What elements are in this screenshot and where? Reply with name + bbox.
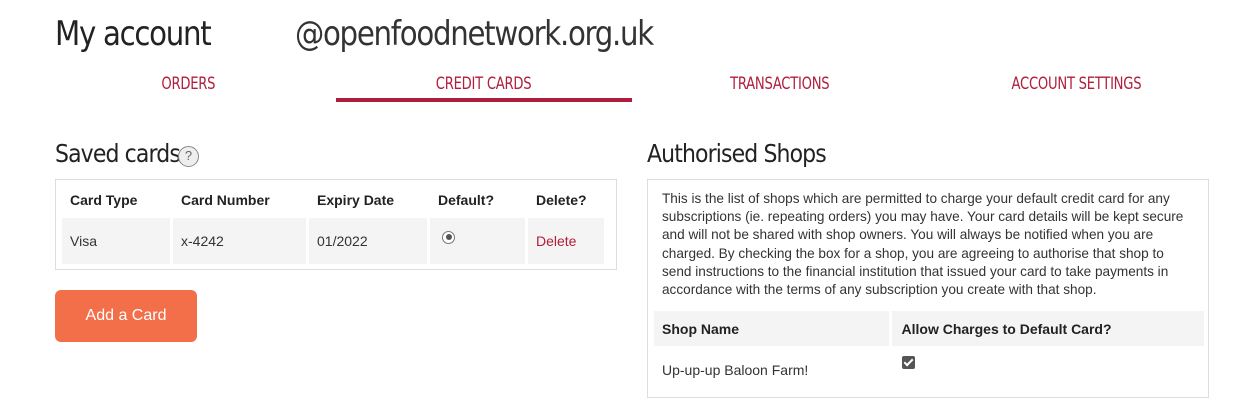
tab-credit-cards-label: CREDIT CARDS [436,74,532,94]
add-card-button[interactable]: Add a Card [55,290,197,342]
saved-cards-table-container: Card Type Card Number Expiry Date Defaul… [55,179,617,270]
default-card-radio[interactable] [442,230,455,244]
shops-header-row: Shop Name Allow Charges to Default Card? [654,311,1204,346]
card-number-cell: x-4242 [173,218,306,264]
allow-charges-cell [890,346,1204,394]
default-cell [430,218,525,264]
column-header-card-number: Card Number [181,192,270,208]
tab-transactions[interactable]: TRANSACTIONS [632,70,928,102]
column-header-shop-name: Shop Name [654,311,892,346]
account-email: @openfoodnetwork.org.uk [295,14,654,54]
delete-card-link[interactable]: Delete [528,218,604,264]
table-row: Up-up-up Baloon Farm! [654,346,1204,394]
column-header-expiry-date: Expiry Date [317,192,395,208]
account-tabs: ORDERS CREDIT CARDS TRANSACTIONS ACCOUNT… [40,70,1224,102]
column-header-default: Default? [438,192,494,208]
card-type-cell: Visa [62,218,170,264]
table-row: Visa x-4242 01/2022 Delete [62,218,604,264]
authorised-shops-title: Authorised Shops [647,139,827,168]
expiry-date-cell: 01/2022 [309,218,427,264]
shop-name-cell: Up-up-up Baloon Farm! [662,362,809,378]
column-header-allow-charges: Allow Charges to Default Card? [890,311,1204,346]
saved-cards-header-row: Card Type Card Number Expiry Date Defaul… [62,186,604,218]
saved-cards-title: Saved cards [55,139,181,168]
tab-orders-label: ORDERS [161,74,215,94]
allow-charges-checkbox[interactable] [902,356,915,369]
tab-orders[interactable]: ORDERS [40,70,336,102]
tab-credit-cards[interactable]: CREDIT CARDS [336,70,632,102]
column-header-delete: Delete? [536,192,587,208]
authorised-shops-description: This is the list of shops which are perm… [662,191,1184,298]
authorised-shops-container: This is the list of shops which are perm… [647,179,1209,398]
tab-transactions-label: TRANSACTIONS [730,74,830,94]
help-icon[interactable]: ? [178,146,199,167]
authorised-shops-table: Shop Name Allow Charges to Default Card?… [654,311,1204,394]
page-title: My account [55,14,212,54]
saved-cards-table: Card Type Card Number Expiry Date Defaul… [59,186,607,264]
tab-account-settings-label: ACCOUNT SETTINGS [1011,74,1141,94]
tab-account-settings[interactable]: ACCOUNT SETTINGS [928,70,1224,102]
column-header-card-type: Card Type [70,192,138,208]
